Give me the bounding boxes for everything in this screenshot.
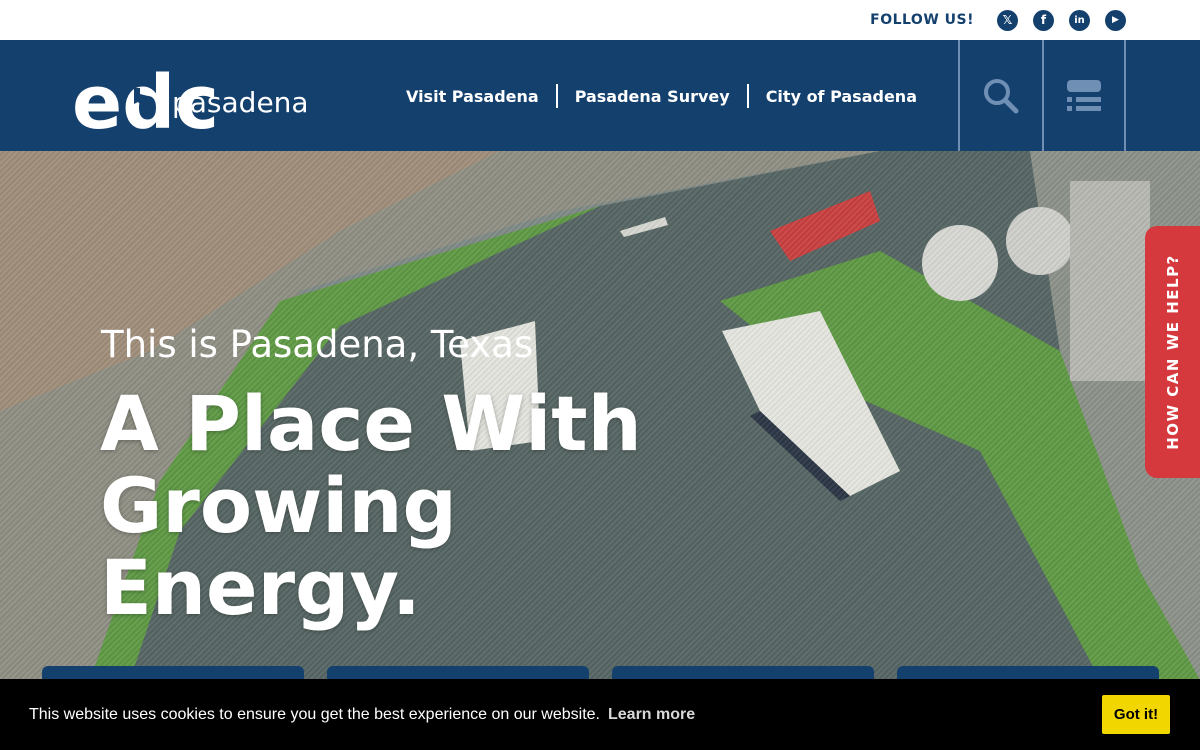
feature-tile[interactable] [897,666,1159,680]
nav-pasadena-survey[interactable]: Pasadena Survey [558,87,747,106]
feature-tile[interactable] [327,666,589,680]
facebook-icon[interactable]: f [1033,9,1054,31]
site-header: edc pasadena Visit Pasadena Pasadena Sur… [0,40,1200,151]
linkedin-icon[interactable]: in [1069,9,1090,31]
menu-button[interactable] [1042,40,1126,151]
headline-line: A Place With [100,379,642,468]
cookie-accept-button[interactable]: Got it! [1102,695,1170,734]
search-button[interactable] [958,40,1042,151]
cookie-consent-bar: This website uses cookies to ensure you … [0,679,1200,750]
follow-us-label: FOLLOW US! [870,12,974,28]
feature-tile[interactable] [42,666,304,680]
nav-city-of-pasadena[interactable]: City of Pasadena [749,87,934,106]
search-icon [984,78,1019,113]
cookie-learn-more-link[interactable]: Learn more [608,706,695,724]
menu-icon [1067,79,1101,111]
help-tab-label: HOW CAN WE HELP? [1163,254,1182,450]
headline-line: Energy. [100,543,421,632]
feature-tile[interactable] [612,666,874,680]
cookie-message: This website uses cookies to ensure you … [29,705,600,723]
nav-visit-pasadena[interactable]: Visit Pasadena [389,87,556,106]
x-twitter-icon[interactable]: 𝕏 [997,9,1018,31]
social-bar: FOLLOW US! 𝕏 f in ▶ [0,0,1200,40]
youtube-icon[interactable]: ▶ [1105,9,1126,31]
how-can-we-help-tab[interactable]: HOW CAN WE HELP? [1145,226,1200,478]
hero-banner: This is Pasadena, Texas A Place With Gro… [0,151,1200,680]
headline-line: Growing [100,461,457,550]
hero-headline: A Place With Growing Energy. [100,383,660,629]
main-nav: Visit Pasadena Pasadena Survey City of P… [389,84,934,108]
hero-kicker: This is Pasadena, Texas [101,323,534,366]
logo-pasadena-text: pasadena [172,86,309,119]
edc-pasadena-logo[interactable]: edc pasadena [72,50,332,140]
